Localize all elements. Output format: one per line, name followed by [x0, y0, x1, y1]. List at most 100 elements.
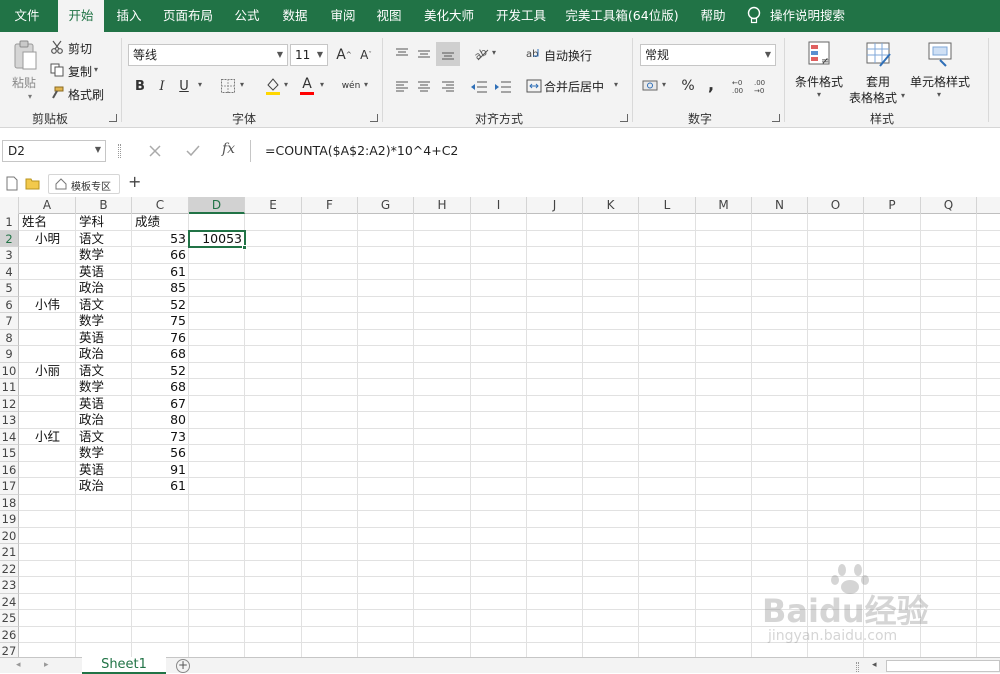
- column-header[interactable]: F: [302, 197, 358, 214]
- row-header[interactable]: 8: [0, 329, 19, 346]
- subject-cell[interactable]: 英语: [76, 462, 132, 478]
- row-header[interactable]: 21: [0, 544, 19, 561]
- increase-decimal-icon[interactable]: ←0.00: [732, 78, 748, 95]
- column-header[interactable]: H: [414, 197, 471, 214]
- font-launcher-icon[interactable]: [370, 114, 378, 122]
- score-cell[interactable]: 68: [132, 379, 189, 395]
- borders-dropdown-icon[interactable]: ▾: [240, 80, 244, 89]
- score-cell[interactable]: 68: [132, 346, 189, 362]
- subject-cell[interactable]: 数学: [76, 379, 132, 395]
- orientation-icon[interactable]: ab: [472, 44, 490, 63]
- row-header[interactable]: 12: [0, 395, 19, 412]
- tab-perfect-toolbox[interactable]: 完美工具箱(64位版): [560, 0, 684, 32]
- cancel-icon[interactable]: [146, 142, 164, 160]
- new-file-icon[interactable]: [6, 176, 18, 191]
- row-header[interactable]: 9: [0, 346, 19, 363]
- phonetic-dropdown-icon[interactable]: ▾: [364, 80, 368, 89]
- cell-styles-button[interactable]: 单元格样式: [910, 73, 970, 90]
- tab-formulas[interactable]: 公式: [226, 0, 268, 32]
- column-header[interactable]: E: [245, 197, 302, 214]
- wrap-text-button[interactable]: 自动换行: [544, 47, 592, 64]
- row-header-selected[interactable]: 2: [0, 230, 19, 247]
- scroll-right-icon[interactable]: ▸: [44, 660, 49, 670]
- row-header[interactable]: 17: [0, 478, 19, 495]
- fill-color-dropdown-icon[interactable]: ▾: [284, 80, 288, 89]
- format-as-table-line1[interactable]: 套用: [866, 73, 890, 90]
- format-table-dropdown-icon[interactable]: ▾: [901, 91, 905, 100]
- column-header[interactable]: I: [471, 197, 527, 214]
- score-cell[interactable]: 85: [132, 280, 189, 296]
- column-header[interactable]: K: [583, 197, 639, 214]
- subject-cell[interactable]: 数学: [76, 247, 132, 263]
- increase-indent-icon[interactable]: [494, 79, 512, 95]
- row-header[interactable]: 19: [0, 511, 19, 528]
- formula-input[interactable]: =COUNTA($A$2:A2)*10^4+C2: [250, 140, 1000, 162]
- column-header[interactable]: Q: [921, 197, 977, 214]
- tab-help[interactable]: 帮助: [692, 0, 734, 32]
- score-cell[interactable]: 52: [132, 363, 189, 379]
- fill-color-icon[interactable]: [264, 76, 282, 96]
- row-header[interactable]: 25: [0, 610, 19, 627]
- tab-beautify-master[interactable]: 美化大师: [416, 0, 482, 32]
- add-tab-button[interactable]: +: [128, 172, 141, 191]
- alignment-launcher-icon[interactable]: [620, 114, 628, 122]
- accounting-format-icon[interactable]: [642, 78, 660, 94]
- header-cell-score[interactable]: 成绩: [132, 214, 189, 230]
- subject-cell[interactable]: 政治: [76, 478, 132, 494]
- formula-bar-grip[interactable]: [118, 144, 121, 158]
- column-header-selected[interactable]: D: [189, 197, 245, 214]
- cell-styles-dropdown-icon[interactable]: ▾: [937, 90, 941, 99]
- conditional-formatting-button[interactable]: 条件格式: [795, 73, 843, 90]
- cut-button[interactable]: 剪切: [68, 40, 92, 57]
- score-cell[interactable]: 61: [132, 264, 189, 280]
- subject-cell[interactable]: 政治: [76, 346, 132, 362]
- paste-icon[interactable]: [12, 40, 38, 72]
- tab-data[interactable]: 数据: [274, 0, 316, 32]
- merge-dropdown-icon[interactable]: ▾: [614, 80, 618, 89]
- row-header[interactable]: 24: [0, 593, 19, 610]
- insert-function-button[interactable]: fx: [222, 141, 235, 157]
- row-header[interactable]: 11: [0, 379, 19, 396]
- subject-cell[interactable]: 语文: [76, 363, 132, 379]
- grow-font-button[interactable]: A ^: [334, 45, 354, 65]
- borders-icon[interactable]: [220, 78, 236, 94]
- search-tell-me[interactable]: 操作说明搜索: [770, 0, 854, 32]
- copy-button[interactable]: 复制: [68, 63, 92, 80]
- score-cell[interactable]: 67: [132, 396, 189, 412]
- open-folder-icon[interactable]: [25, 177, 40, 190]
- comma-style-button[interactable]: ,: [702, 74, 720, 94]
- conditional-dropdown-icon[interactable]: ▾: [817, 90, 821, 99]
- column-header[interactable]: M: [696, 197, 752, 214]
- bold-button[interactable]: B: [130, 76, 150, 96]
- select-all-corner[interactable]: [0, 197, 19, 214]
- accounting-dropdown-icon[interactable]: ▾: [662, 80, 666, 89]
- decrease-decimal-icon[interactable]: .00 →0: [754, 78, 770, 95]
- subject-cell[interactable]: 英语: [76, 330, 132, 346]
- row-header[interactable]: 1: [0, 214, 19, 231]
- phonetic-button[interactable]: wén: [340, 76, 362, 96]
- tab-view[interactable]: 视图: [368, 0, 410, 32]
- name-cell[interactable]: 小伟: [19, 297, 76, 313]
- fill-handle[interactable]: [242, 245, 247, 250]
- copy-dropdown-icon[interactable]: ▾: [94, 65, 98, 74]
- align-bottom-icon[interactable]: [436, 42, 460, 66]
- tab-splitter[interactable]: [856, 662, 859, 672]
- subject-cell[interactable]: 英语: [76, 396, 132, 412]
- underline-dropdown-icon[interactable]: ▾: [198, 80, 202, 89]
- shrink-font-button[interactable]: Aˇ: [356, 45, 376, 65]
- clipboard-launcher-icon[interactable]: [109, 114, 117, 122]
- row-header[interactable]: 4: [0, 263, 19, 280]
- format-painter-button[interactable]: 格式刷: [68, 86, 104, 103]
- score-cell[interactable]: 73: [132, 429, 189, 445]
- column-header-partial[interactable]: [977, 197, 1000, 214]
- format-as-table-line2[interactable]: 表格格式: [849, 89, 897, 106]
- row-header[interactable]: 16: [0, 461, 19, 478]
- name-cell[interactable]: 小红: [19, 429, 76, 445]
- header-cell-name[interactable]: 姓名: [19, 214, 76, 230]
- row-header[interactable]: 15: [0, 445, 19, 462]
- row-header[interactable]: 23: [0, 577, 19, 594]
- scroll-left-icon[interactable]: ◂: [16, 660, 21, 670]
- italic-button[interactable]: I: [152, 76, 172, 96]
- column-header[interactable]: L: [639, 197, 696, 214]
- tab-insert[interactable]: 插入: [108, 0, 150, 32]
